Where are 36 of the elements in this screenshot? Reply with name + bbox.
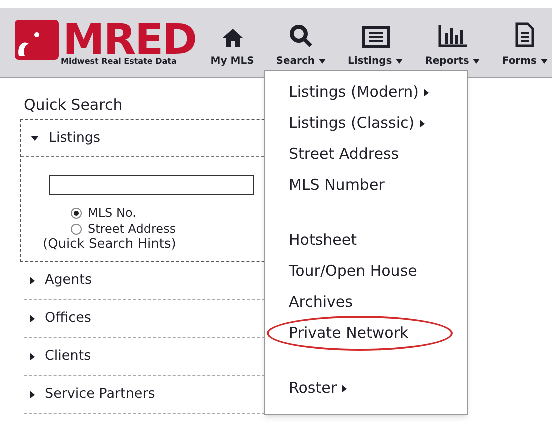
accordion-header[interactable]: Agents [24, 262, 92, 299]
menu-item[interactable]: Private Network [269, 318, 451, 349]
home-icon [222, 28, 244, 48]
menu-item[interactable]: Archives [289, 287, 353, 318]
menu-item[interactable]: Hotsheet [289, 225, 357, 256]
list-icon [362, 26, 390, 48]
nav-item[interactable]: Forms [498, 22, 552, 69]
radio-label: MLS No. [88, 207, 136, 219]
logo-icon [15, 20, 59, 60]
search-field[interactable] [49, 175, 254, 195]
menu-item[interactable]: Listings (Classic) [289, 108, 425, 139]
radio-button[interactable] [71, 208, 82, 218]
logo-subtitle: Midwest Real Estate Data [61, 58, 178, 66]
nav-item[interactable]: Reports [421, 24, 484, 69]
caret-icon [30, 314, 35, 322]
search-icon [289, 24, 314, 48]
menu-item[interactable]: Street Address [289, 139, 400, 170]
caret-icon [30, 352, 35, 360]
nav-item[interactable]: Listings [344, 26, 408, 69]
radio-button[interactable] [71, 224, 82, 234]
menu-item[interactable]: Tour/Open House [289, 256, 418, 287]
accordion-header[interactable]: Offices [24, 300, 92, 337]
caret-icon [30, 390, 35, 398]
nav-item[interactable]: Search [272, 24, 330, 69]
accordion-header[interactable]: Service Partners [24, 376, 156, 413]
caret-icon [30, 276, 35, 284]
caret-icon [31, 136, 39, 140]
nav-item[interactable]: My MLS [206, 28, 258, 69]
menu-item[interactable]: MLS Number [289, 170, 385, 201]
document-icon [515, 22, 536, 48]
panel-title: Quick Search [24, 98, 124, 113]
radio-label: Street Address [88, 223, 176, 235]
accordion-header[interactable]: Clients [24, 338, 92, 375]
bar-chart-icon [438, 24, 468, 48]
menu-item[interactable]: Roster [289, 373, 348, 404]
menu-item[interactable]: Listings (Modern) [289, 77, 429, 108]
